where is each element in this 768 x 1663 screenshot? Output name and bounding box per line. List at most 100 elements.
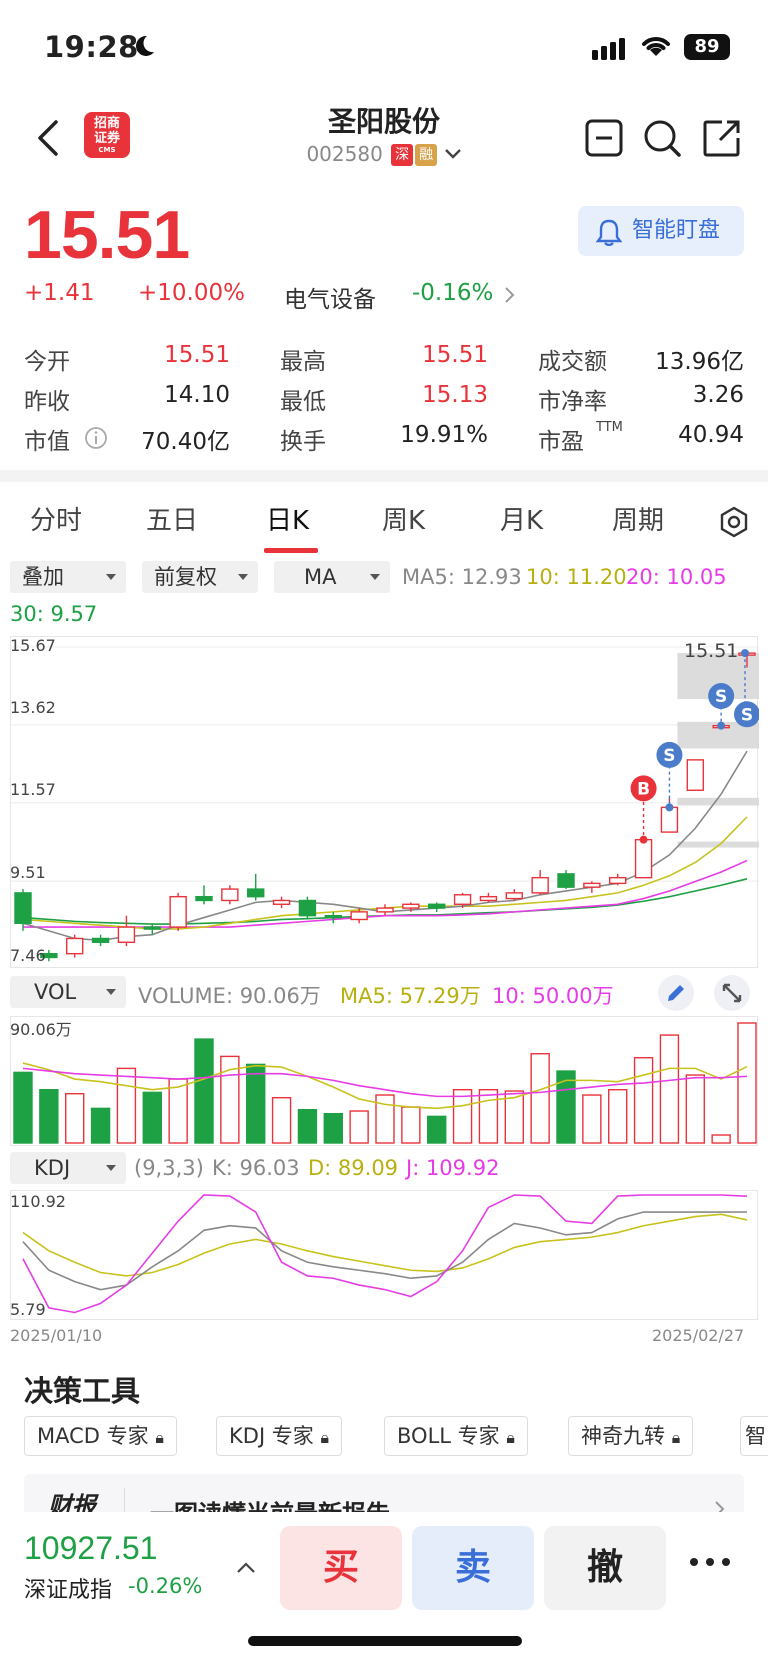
candle-body [376,907,394,913]
kline-chart-panel[interactable]: BSSS [10,636,759,969]
status-time: 19:28 [44,30,139,64]
chart-period-tabs: 分时 五日 日K 周K 月K 周期 [0,500,768,556]
tool-kdj[interactable]: KDJ 专家 🔒︎ [216,1416,343,1456]
volume-bar [323,1112,343,1144]
vol-dropdown[interactable]: VOL [10,976,126,1008]
settings-hex-icon[interactable] [718,506,750,538]
vol-ma10-readout: 10: 50.00万 [492,984,614,1008]
kline-y-label-1: 15.67 [10,636,56,655]
volume-bar [737,1022,757,1144]
cancel-order-button[interactable]: 撤 [544,1526,666,1610]
adjust-dropdown[interactable]: 前复权 [142,561,258,593]
candle-body [91,937,110,943]
candle-body [402,903,420,909]
chevron-up-icon[interactable] [236,1560,256,1574]
volume-bar [401,1106,421,1144]
candle-body [531,876,549,894]
volume-bar [168,1078,188,1144]
ma20-readout: 20: 10.05 [626,565,727,589]
buy-marker-text: B [637,779,650,799]
date-start: 2025/01/10 [10,1326,103,1345]
expand-icon [722,983,742,1003]
sell-marker-dot [717,721,726,730]
quote-row-2: 昨收 14.10 最低 15.13 市净率 3.26 [24,382,744,415]
expand-button[interactable] [714,975,750,1011]
tab-daily-k[interactable]: 日K [266,500,309,537]
tool-magic-nine[interactable]: 神奇九转 🔒︎ [568,1416,694,1456]
pencil-icon [668,985,684,1001]
candle-body [557,873,575,888]
search-icon[interactable] [642,118,682,158]
kline-last-price-label: 15.51 [684,640,739,662]
sell-marker-text: S [715,687,727,707]
volume-bar [349,1110,369,1144]
tool-more[interactable]: 智 [740,1416,768,1456]
cellular-signal-icon [592,38,625,60]
sell-marker-text: S [741,705,753,725]
tool-macd[interactable]: MACD 专家 🔒︎ [24,1416,177,1456]
sector-name[interactable]: 电气设备 [284,280,376,314]
kdj-dropdown[interactable]: KDJ [10,1152,126,1184]
battery-indicator: 89 [684,34,730,60]
index-value[interactable]: 10927.51 [24,1530,157,1567]
kdj-chart[interactable] [11,1191,759,1321]
kdj-max-label: 110.92 [10,1192,66,1211]
candle-body [453,894,472,905]
tab-five-day[interactable]: 五日 [146,500,198,537]
lock-icon: 🔒︎ [506,1428,515,1447]
volume-bar [478,1089,499,1144]
share-icon[interactable] [702,118,742,158]
candle-body [272,899,291,905]
moon-icon [136,35,154,56]
draw-button[interactable] [658,975,694,1011]
ma30-readout: 30: 9.57 [10,602,98,626]
candle-body [428,903,446,909]
volume-chart-panel[interactable] [10,1016,758,1146]
ma10-readout: 10: 11.20 [526,565,627,589]
volume-bar [65,1092,85,1144]
volume-bar [13,1071,33,1144]
minimize-icon[interactable] [584,118,624,158]
candle-body [247,888,265,898]
tab-monthly-k[interactable]: 月K [500,500,543,537]
tab-intraday[interactable]: 分时 [30,500,82,537]
candle-body [350,911,368,921]
tool-boll[interactable]: BOLL 专家 🔒︎ [384,1416,528,1456]
smart-watch-button[interactable]: 智能盯盘 [578,206,744,256]
candle-body [117,926,136,943]
volume-bar [39,1089,59,1144]
sector-change-pct: -0.16% [412,280,494,306]
info-icon[interactable] [84,426,108,450]
kdj-chart-panel[interactable] [10,1190,758,1320]
tab-period[interactable]: 周期 [612,500,664,537]
price-change: +1.41 [24,280,95,306]
tab-weekly-k[interactable]: 周K [382,500,425,537]
volume-bar [452,1089,473,1144]
vol-max-label: 90.06万 [10,1020,72,1039]
ma30-line [22,878,748,925]
quote-row-3: 市值 70.40亿 换手 19.91% 市盈 TTM 40.94 [24,420,744,455]
volume-bar [711,1134,731,1144]
sell-marker-dot [741,649,749,658]
kdj-d-readout: D: 89.09 [308,1156,399,1180]
index-name[interactable]: 深证成指 [24,1572,112,1604]
lock-icon: 🔒︎ [671,1428,681,1447]
volume-bar [659,1034,680,1144]
candle-body [143,926,161,930]
kline-chart[interactable]: BSSS [11,637,759,969]
chevron-down-icon[interactable] [444,148,462,160]
ma-dropdown[interactable]: MA [274,561,390,593]
chevron-right-icon[interactable] [504,286,516,304]
lock-icon: 🔒︎ [320,1428,330,1447]
overlay-dropdown[interactable]: 叠加 [10,561,126,593]
sell-button[interactable]: 卖 [412,1526,534,1610]
volume-bar [90,1107,111,1144]
buy-button[interactable]: 买 [280,1526,402,1610]
sell-marker-text: S [663,746,675,766]
volume-readout: VOLUME: 90.06万 [138,984,321,1008]
quote-row-1: 今开 15.51 最高 15.51 成交额 13.96亿 [24,342,744,375]
volume-chart[interactable] [11,1017,759,1147]
more-icon[interactable] [688,1556,732,1568]
volume-bar [116,1067,137,1144]
price-change-pct: +10.00% [138,280,245,306]
